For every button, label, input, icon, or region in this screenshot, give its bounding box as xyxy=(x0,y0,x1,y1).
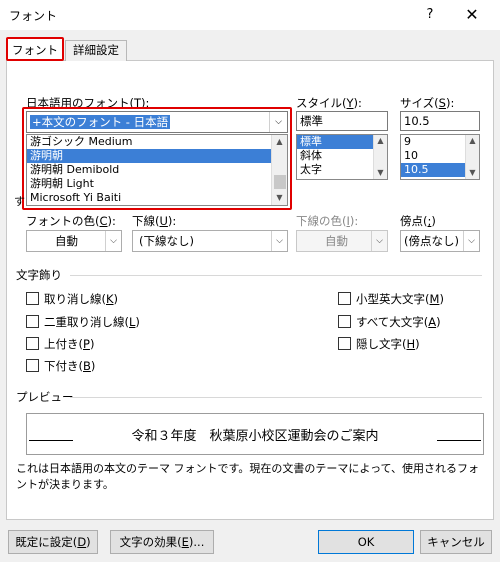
hidden-checkbox[interactable] xyxy=(338,337,351,350)
strikethrough-label: 取り消し線(K) xyxy=(44,292,119,306)
double-strikethrough-checkbox[interactable] xyxy=(26,315,39,328)
subscript-checkbox[interactable] xyxy=(26,359,39,372)
effects-divider xyxy=(70,275,482,276)
underline-color-dropdown[interactable]: 自動 ⌵ xyxy=(296,230,388,252)
japanese-font-list[interactable]: 游ゴシック Medium 游明朝 游明朝 Demibold 游明朝 Light … xyxy=(26,134,288,206)
preview-description: これは日本語用の本文のテーマ フォントです。現在の文書のテーマによって、使用され… xyxy=(16,462,479,491)
scroll-down-icon[interactable]: ▼ xyxy=(374,167,387,179)
underline-label: 下線(U): xyxy=(132,214,177,228)
superscript-label: 上付き(P) xyxy=(44,337,95,351)
scroll-down-icon[interactable]: ▼ xyxy=(466,167,479,179)
emphasis-label: 傍点(;) xyxy=(400,214,436,228)
style-input[interactable]: 標準 xyxy=(296,111,388,131)
chevron-down-icon: ⌵ xyxy=(463,231,479,251)
style-list[interactable]: 標準 斜体 太字 ▲ ▼ xyxy=(296,134,388,180)
style-label: スタイル(Y): xyxy=(296,96,362,110)
preview-divider xyxy=(70,397,482,398)
font-list-scrollbar[interactable]: ▲ ▼ xyxy=(271,135,287,205)
scroll-up-icon[interactable]: ▲ xyxy=(374,135,387,147)
size-label: サイズ(S): xyxy=(400,96,455,110)
size-list[interactable]: 9 10 10.5 ▲ ▼ xyxy=(400,134,480,180)
list-item[interactable]: 游明朝 Light xyxy=(27,177,287,191)
chevron-down-icon[interactable]: ⌵ xyxy=(269,112,287,132)
help-button[interactable]: ? xyxy=(418,4,442,26)
underline-dropdown[interactable]: (下線なし) ⌵ xyxy=(132,230,288,252)
list-item[interactable]: 游明朝 Demibold xyxy=(27,163,287,177)
underline-color-label: 下線の色(I): xyxy=(296,214,359,228)
preview-baseline-right xyxy=(437,440,481,441)
size-list-scrollbar[interactable]: ▲ ▼ xyxy=(465,135,479,179)
text-effects-button[interactable]: 文字の効果(E)... xyxy=(110,530,214,554)
style-list-scrollbar[interactable]: ▲ ▼ xyxy=(373,135,387,179)
preview-box: 令和３年度 秋葉原小校区運動会のご案内 xyxy=(26,413,484,455)
list-item[interactable]: Microsoft Yi Baiti xyxy=(27,191,287,205)
subscript-label: 下付き(B) xyxy=(44,359,96,373)
close-button[interactable]: ✕ xyxy=(458,4,486,26)
ok-button[interactable]: OK xyxy=(318,530,414,554)
all-caps-checkbox[interactable] xyxy=(338,315,351,328)
cancel-button[interactable]: キャンセル xyxy=(420,530,492,554)
hidden-label: 隠し文字(H) xyxy=(356,337,420,351)
font-color-dropdown[interactable]: 自動 ⌵ xyxy=(26,230,122,252)
window-title: フォント xyxy=(9,9,58,23)
list-item[interactable]: 游明朝 xyxy=(27,149,287,163)
chevron-down-icon: ⌵ xyxy=(105,231,121,251)
superscript-checkbox[interactable] xyxy=(26,337,39,350)
partial-label: す xyxy=(14,195,25,208)
double-strikethrough-label: 二重取り消し線(L) xyxy=(44,315,140,329)
tab-advanced[interactable]: 詳細設定 xyxy=(65,40,127,61)
scroll-up-icon[interactable]: ▲ xyxy=(272,135,287,149)
preview-header: プレビュー xyxy=(16,390,74,404)
preview-text: 令和３年度 秋葉原小校区運動会のご案内 xyxy=(131,429,379,444)
set-default-button[interactable]: 既定に設定(D) xyxy=(8,530,98,554)
effects-header: 文字飾り xyxy=(16,268,62,282)
chevron-down-icon: ⌵ xyxy=(371,231,387,251)
all-caps-label: すべて大文字(A) xyxy=(356,315,441,329)
scroll-down-icon[interactable]: ▼ xyxy=(272,191,287,205)
emphasis-dropdown[interactable]: (傍点なし) ⌵ xyxy=(400,230,480,252)
small-caps-checkbox[interactable] xyxy=(338,292,351,305)
scroll-thumb[interactable] xyxy=(274,175,286,189)
size-input[interactable]: 10.5 xyxy=(400,111,480,131)
japanese-font-input[interactable]: +本文のフォント - 日本語 ⌵ xyxy=(26,111,288,133)
tab-font[interactable]: フォント xyxy=(6,37,64,61)
scroll-up-icon[interactable]: ▲ xyxy=(466,135,479,147)
font-color-label: フォントの色(C): xyxy=(26,214,116,228)
chevron-down-icon: ⌵ xyxy=(271,231,287,251)
japanese-font-label: 日本語用のフォント(T): xyxy=(26,96,150,110)
list-item[interactable]: 游ゴシック Medium xyxy=(27,135,287,149)
strikethrough-checkbox[interactable] xyxy=(26,292,39,305)
small-caps-label: 小型英大文字(M) xyxy=(356,292,444,306)
